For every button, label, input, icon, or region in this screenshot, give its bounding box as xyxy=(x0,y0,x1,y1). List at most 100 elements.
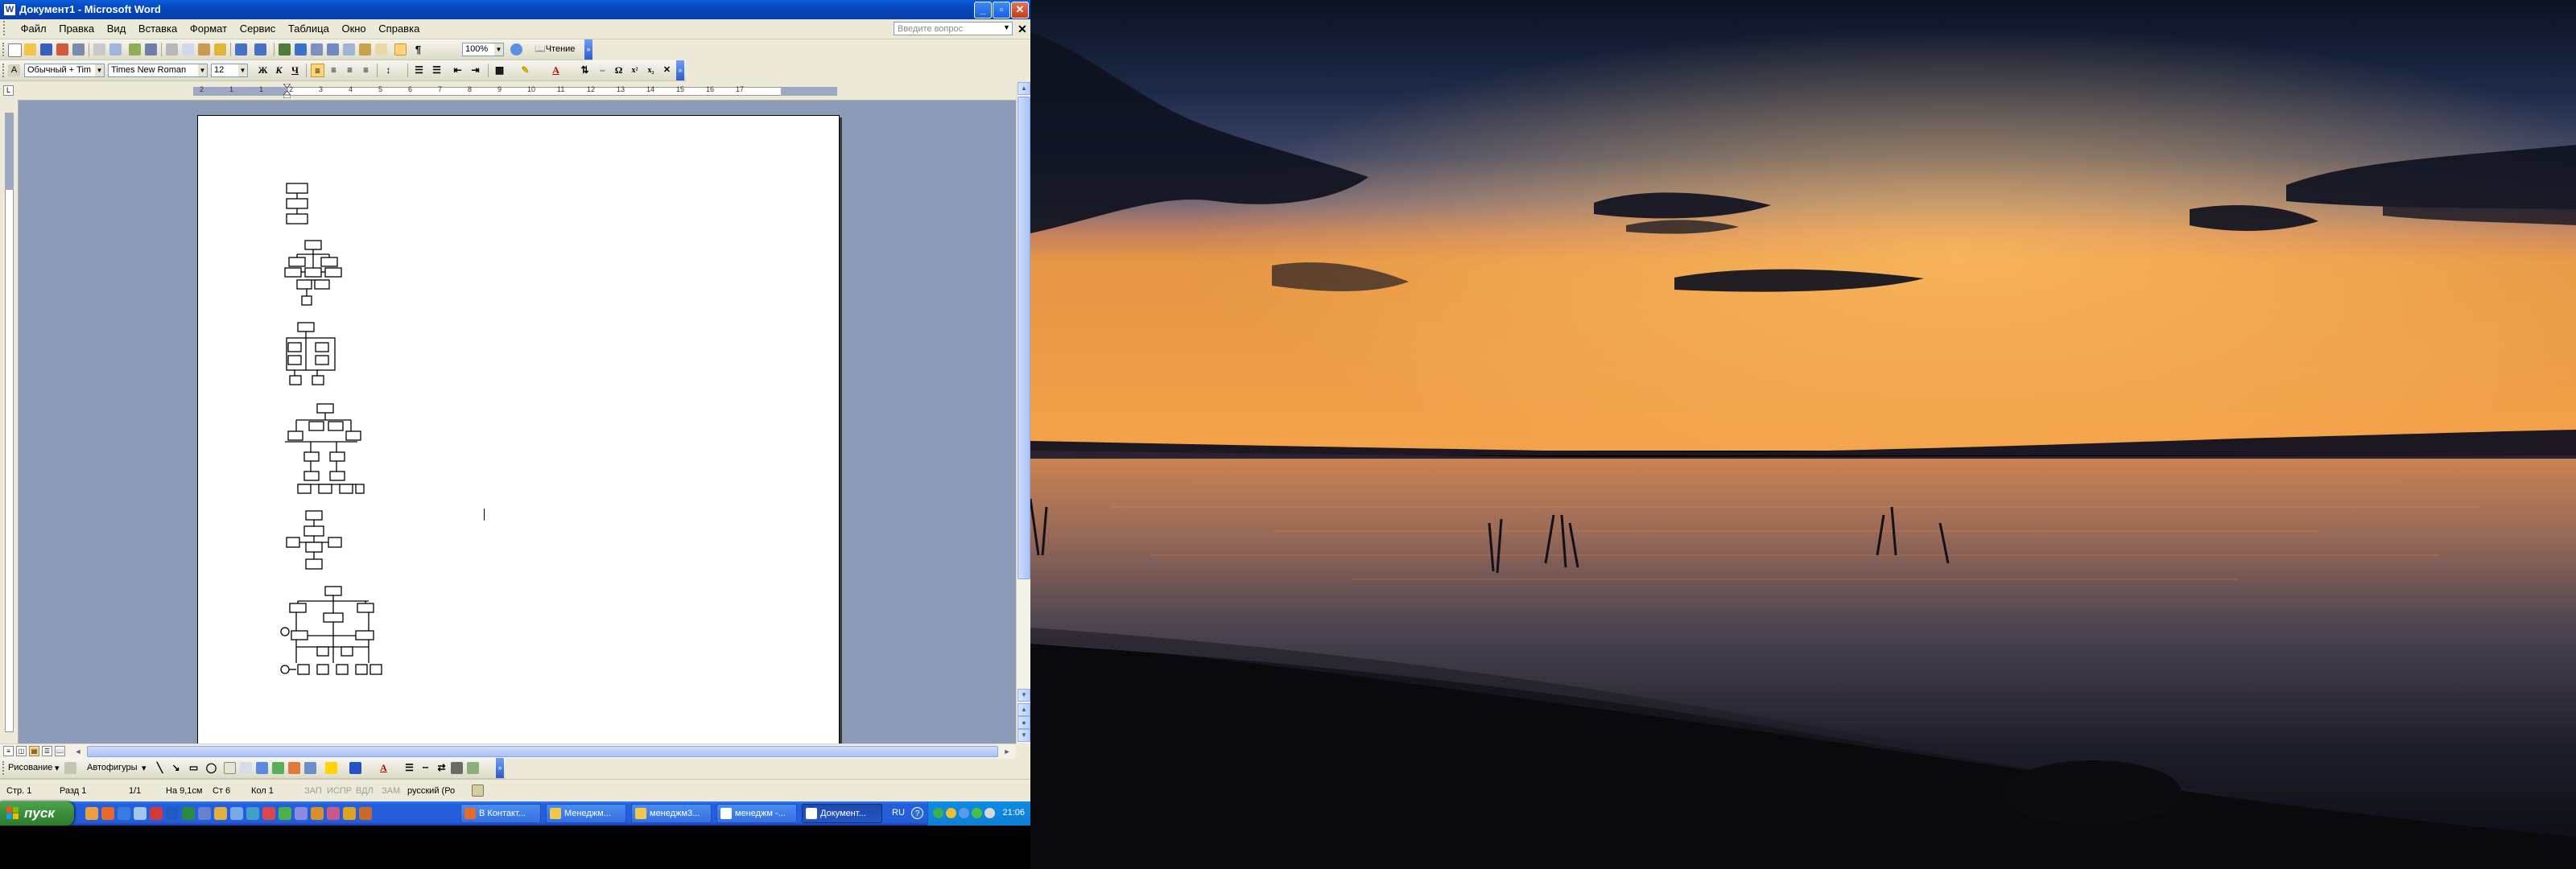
ask-dropdown-icon[interactable]: ▼ xyxy=(1003,23,1010,31)
quicklaunch-icon[interactable] xyxy=(214,807,227,820)
horizontal-scroll-thumb[interactable] xyxy=(87,746,998,757)
open-icon[interactable] xyxy=(24,43,36,56)
status-record[interactable]: ЗАП xyxy=(304,786,322,796)
styles-pane-icon[interactable]: A xyxy=(8,64,20,76)
research-icon[interactable] xyxy=(145,43,157,56)
picture-icon[interactable] xyxy=(304,762,316,774)
font-combo[interactable]: Times New Roman ▼ xyxy=(108,64,208,77)
document-close-icon[interactable]: ✕ xyxy=(1018,23,1027,36)
vertical-scrollbar[interactable]: ▲ ▼ ▲ ● ▼ xyxy=(1016,82,1030,743)
menu-tools[interactable]: Сервис xyxy=(235,19,281,35)
volume-icon[interactable] xyxy=(985,808,995,818)
redo-icon[interactable] xyxy=(254,43,266,56)
vertical-scroll-thumb[interactable] xyxy=(1018,97,1030,579)
tray-icon[interactable] xyxy=(946,808,956,818)
vertical-textbox-icon[interactable] xyxy=(240,762,252,774)
status-language[interactable]: русский (Ро xyxy=(407,786,455,796)
scroll-up-icon[interactable]: ▲ xyxy=(1018,82,1030,95)
print-preview-icon[interactable] xyxy=(109,43,122,56)
outline-view-icon[interactable]: ☰ xyxy=(42,746,52,756)
scroll-down-icon[interactable]: ▼ xyxy=(1018,689,1030,702)
line-style-icon[interactable]: ☰ xyxy=(402,761,416,775)
style-combo[interactable]: Обычный + Tim ▼ xyxy=(24,64,105,77)
tray-icon[interactable] xyxy=(933,808,943,818)
underline-button[interactable]: Ч xyxy=(288,64,302,77)
menu-window[interactable]: Окно xyxy=(336,19,370,35)
wordart-icon[interactable] xyxy=(256,762,268,774)
start-button[interactable]: пуск xyxy=(0,801,74,826)
select-objects-icon[interactable] xyxy=(64,762,76,774)
drawing-menu[interactable]: Рисование xyxy=(8,763,52,772)
status-overtype[interactable]: ЗАМ xyxy=(382,786,400,796)
line-tool-icon[interactable]: ╲ xyxy=(153,761,167,775)
vertical-ruler[interactable] xyxy=(0,100,19,743)
align-center-icon[interactable]: ≡ xyxy=(327,64,341,77)
align-left-icon[interactable]: ≡ xyxy=(311,64,324,77)
task-word-doc[interactable]: менеджм -... xyxy=(716,804,797,823)
shadow-icon[interactable] xyxy=(451,762,463,774)
arrow-style-icon[interactable]: ⇄ xyxy=(435,761,448,775)
paste-icon[interactable] xyxy=(198,43,210,56)
word-app-icon[interactable]: W xyxy=(3,3,16,16)
save-icon[interactable] xyxy=(40,43,52,56)
dropdown-icon[interactable]: ▾ xyxy=(142,763,147,773)
insert-table-icon[interactable] xyxy=(311,43,323,56)
quicklaunch-word-icon[interactable] xyxy=(166,807,179,820)
web-view-icon[interactable]: ◫ xyxy=(16,746,27,756)
rectangle-tool-icon[interactable]: ▭ xyxy=(187,761,200,775)
ask-question-input[interactable]: Введите вопрос xyxy=(894,22,1013,35)
prev-page-icon[interactable]: ▲ xyxy=(1018,703,1030,716)
menu-edit[interactable]: Правка xyxy=(54,19,99,35)
superscript-icon[interactable]: x² xyxy=(628,64,642,77)
subscript-icon[interactable]: x₂ xyxy=(644,64,658,77)
network-icon[interactable] xyxy=(959,808,969,818)
permission-icon[interactable] xyxy=(56,43,68,56)
autoshapes-menu[interactable]: Автофигуры xyxy=(87,763,138,772)
horizontal-scrollbar[interactable]: ≡ ◫ ▤ ☰ 📖 ◄ ► xyxy=(0,743,1016,759)
show-hide-icon[interactable] xyxy=(394,43,407,56)
quicklaunch-mail-icon[interactable] xyxy=(134,807,147,820)
menu-view[interactable]: Вид xyxy=(102,19,131,35)
document-area[interactable] xyxy=(19,101,1016,744)
toolbar-grip[interactable] xyxy=(2,761,6,775)
drawing-toggle-icon[interactable] xyxy=(359,43,371,56)
menu-file[interactable]: Файл xyxy=(16,19,52,35)
menu-insert[interactable]: Вставка xyxy=(134,19,182,35)
increase-indent-icon[interactable]: ⇥ xyxy=(469,64,482,77)
menu-table[interactable]: Таблица xyxy=(283,19,334,35)
symbol-icon[interactable]: Ω xyxy=(612,64,625,77)
close-button[interactable]: ✕ xyxy=(1011,2,1029,19)
bullets-icon[interactable]: ☰ xyxy=(430,64,444,77)
dropdown-icon[interactable]: ▾ xyxy=(55,763,60,773)
quicklaunch-icon[interactable] xyxy=(198,807,211,820)
language-indicator[interactable]: RU xyxy=(892,808,905,818)
spelling-status-icon[interactable] xyxy=(472,785,484,797)
tray-icon[interactable] xyxy=(972,808,982,818)
task-vkontakte[interactable]: В Контакт... xyxy=(460,804,541,823)
scroll-right-icon[interactable]: ► xyxy=(1001,746,1013,757)
zoom-combo[interactable]: 100% ▼ xyxy=(462,43,504,56)
toolbar-grip[interactable] xyxy=(2,64,6,77)
email-icon[interactable] xyxy=(72,43,85,56)
quicklaunch-icon[interactable] xyxy=(230,807,243,820)
status-extend[interactable]: ВДЛ xyxy=(356,786,374,796)
cut-icon[interactable] xyxy=(166,43,178,56)
document-map-icon[interactable] xyxy=(375,43,387,56)
normal-view-icon[interactable]: ≡ xyxy=(3,746,14,756)
undo-icon[interactable] xyxy=(235,43,247,56)
quicklaunch-icon[interactable] xyxy=(246,807,259,820)
toolbar-options-icon[interactable]: » xyxy=(584,39,592,60)
menu-grip[interactable] xyxy=(3,21,8,35)
pilcrow-icon[interactable]: ¶ xyxy=(412,43,424,56)
language-help-icon[interactable]: ? xyxy=(911,807,923,819)
fill-color-icon[interactable] xyxy=(325,762,337,774)
scroll-left-icon[interactable]: ◄ xyxy=(72,746,84,757)
clock[interactable]: 21:06 xyxy=(1002,808,1025,818)
menu-format[interactable]: Формат xyxy=(185,19,232,35)
toolbar-options-icon[interactable]: » xyxy=(496,758,504,778)
align-right-icon[interactable]: ≡ xyxy=(343,64,357,77)
numbering-icon[interactable]: ☰ xyxy=(412,64,426,77)
reading-view-icon[interactable]: 📖 xyxy=(55,746,65,756)
bold-button[interactable]: Ж xyxy=(256,64,270,77)
menu-help[interactable]: Справка xyxy=(374,19,424,35)
